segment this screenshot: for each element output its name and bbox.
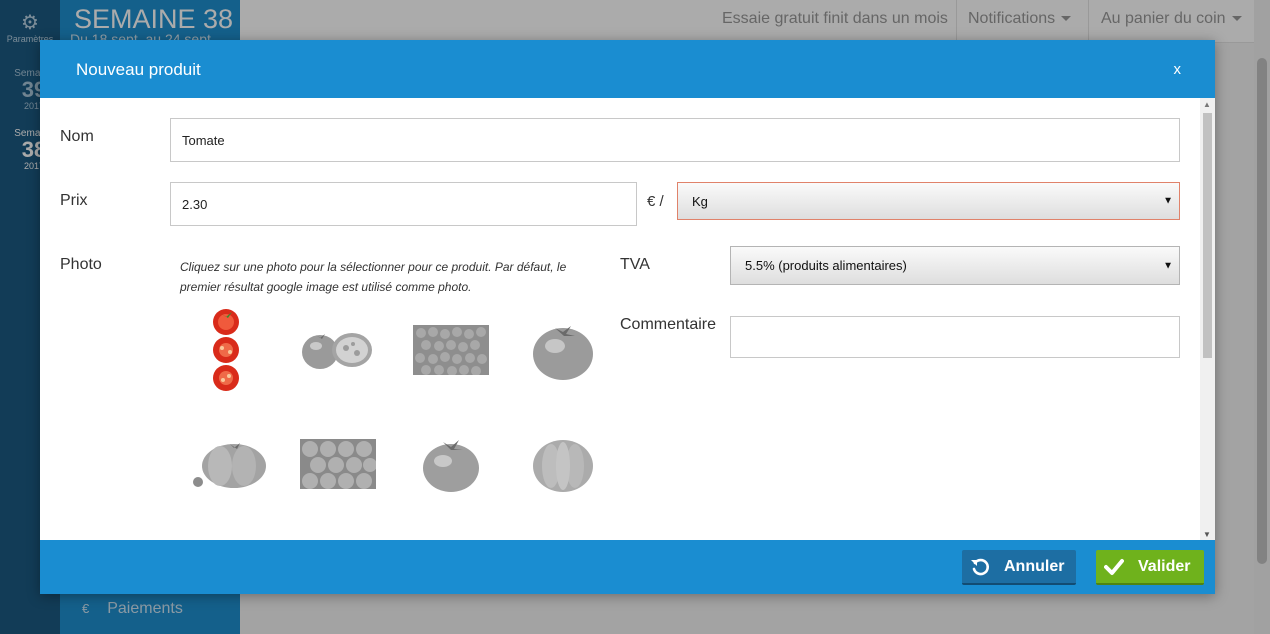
photo-label: Photo <box>60 256 102 273</box>
dropdown-arrow-icon: ▼ <box>1163 195 1173 207</box>
photo-hint: Cliquez sur une photo pour la sélectionn… <box>180 260 567 294</box>
vat-select[interactable]: 5.5% (produits alimentaires) ▼ <box>730 246 1180 285</box>
heirloom-tomato-icon <box>193 443 266 488</box>
cherry-tomatoes-pile-photo[interactable] <box>411 310 491 390</box>
checkmark-icon <box>1104 558 1124 575</box>
confirm-button[interactable]: Valider <box>1096 550 1204 585</box>
name-label: Nom <box>60 128 94 145</box>
tomatoes-crate-icon <box>300 439 376 489</box>
close-button[interactable]: x <box>1174 61 1182 78</box>
comment-field[interactable] <box>730 316 1180 358</box>
cancel-button[interactable]: Annuler <box>962 550 1076 585</box>
comment-label: Commentaire <box>620 316 717 333</box>
modal-scrollbar[interactable]: ▲ ▼ <box>1200 98 1215 540</box>
modal-header: Nouveau produit x <box>40 40 1215 98</box>
scroll-up-icon[interactable]: ▲ <box>1203 100 1211 109</box>
price-unit-separator: € / <box>647 193 664 210</box>
modal-footer: Annuler Valider <box>40 540 1215 594</box>
unit-select[interactable]: Kg ▼ <box>677 182 1180 220</box>
unit-select-value: Kg <box>692 193 708 209</box>
ribbed-tomato-photo[interactable] <box>523 424 603 504</box>
vat-label: TVA <box>620 256 650 273</box>
price-field[interactable]: 2.30 <box>170 182 637 226</box>
price-label: Prix <box>60 192 88 209</box>
scroll-down-icon[interactable]: ▼ <box>1203 530 1211 539</box>
tomato-halves-photo[interactable] <box>298 310 378 390</box>
tomato-icon <box>423 440 479 492</box>
vat-select-value: 5.5% (produits alimentaires) <box>745 258 907 273</box>
tomato-halves-icon <box>302 333 372 369</box>
tomato-slices-stack-photo[interactable] <box>186 309 266 391</box>
dropdown-arrow-icon: ▼ <box>1163 260 1173 271</box>
undo-icon <box>971 558 989 575</box>
modal-title: Nouveau produit <box>76 60 201 79</box>
single-tomato-photo[interactable] <box>523 310 603 390</box>
ribbed-tomato-icon <box>533 440 593 492</box>
scrollbar-thumb[interactable] <box>1203 113 1212 358</box>
tomato-icon <box>533 326 593 380</box>
cherry-tomatoes-icon <box>413 325 489 375</box>
modal-body: Nom Tomate Prix 2.30 € / Kg ▼ Photo Cliqu… <box>40 98 1215 540</box>
cancel-button-label: Annuler <box>1004 557 1065 575</box>
new-product-modal: Nouveau produit x Nom Tomate Prix 2.30 €… <box>40 40 1215 594</box>
tomatoes-crate-photo[interactable] <box>298 424 378 504</box>
tomato-slices-icon <box>213 309 239 391</box>
name-field[interactable]: Tomate <box>170 118 1180 162</box>
heirloom-tomato-photo[interactable] <box>190 424 270 504</box>
confirm-button-label: Valider <box>1138 557 1191 575</box>
round-tomato-photo[interactable] <box>411 424 491 504</box>
